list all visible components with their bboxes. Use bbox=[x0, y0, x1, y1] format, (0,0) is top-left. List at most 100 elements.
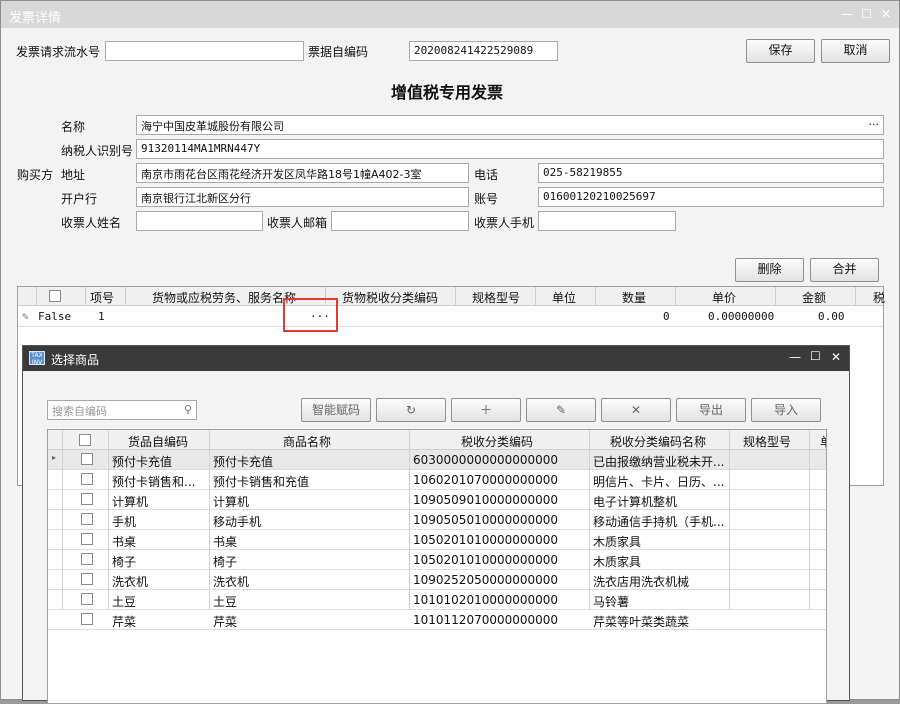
items-grid-header: 项号 货物或应税劳务、服务名称 货物税收分类编码 规格型号 单位 数量 单价 金… bbox=[18, 287, 885, 306]
col-tax-code-name[interactable]: 税收分类编码名称 bbox=[610, 433, 706, 450]
col-quantity[interactable]: 数量 bbox=[622, 289, 646, 306]
table-row[interactable]: 椅子 椅子 1050201010000000000 木质家具 bbox=[48, 550, 826, 570]
account-input[interactable]: 01600120210025697 bbox=[538, 187, 884, 207]
select-all-checkbox[interactable] bbox=[49, 290, 61, 302]
goods-code-cell: 手机 bbox=[112, 515, 137, 529]
row-checkbox[interactable] bbox=[81, 513, 93, 525]
product-name-cell: 预付卡充值 bbox=[213, 455, 274, 469]
goods-code-cell: 芹菜 bbox=[112, 615, 137, 629]
minimize-icon[interactable]: — bbox=[841, 7, 853, 21]
table-row[interactable]: 计算机 计算机 1090509010000000000 电子计算机整机 bbox=[48, 490, 826, 510]
delete-icon[interactable]: ✕ bbox=[601, 398, 671, 422]
row-flag: False bbox=[38, 310, 72, 323]
product-name-cell: 土豆 bbox=[213, 595, 238, 609]
tax-code-cell: 1060201070000000000 bbox=[413, 473, 559, 487]
tax-code-cell: 1090509010000000000 bbox=[413, 493, 559, 507]
col-tax-class-code[interactable]: 货物税收分类编码 bbox=[342, 289, 438, 306]
smart-code-button[interactable]: 智能赋码 bbox=[301, 398, 371, 422]
table-row[interactable]: 手机 移动手机 1090505010000000000 移动通信手持机（手机... bbox=[48, 510, 826, 530]
dialog-close-icon[interactable]: ✕ bbox=[831, 350, 841, 364]
bank-input[interactable]: 南京银行江北新区分行 bbox=[136, 187, 469, 207]
delete-button[interactable]: 删除 bbox=[735, 258, 804, 282]
tax-code-cell: 1050201010000000000 bbox=[413, 533, 559, 547]
row-quantity: 0 bbox=[663, 310, 670, 323]
row-checkbox[interactable] bbox=[81, 613, 93, 625]
table-row[interactable]: 书桌 书桌 1050201010000000000 木质家具 bbox=[48, 530, 826, 550]
table-row[interactable]: ✎ False 1 ··· 0 0.00000000 0.00 bbox=[18, 307, 883, 327]
col-unit[interactable]: 单位 bbox=[552, 289, 576, 306]
select-product-dialog: TAX INV 选择商品 — ☐ ✕ 搜索自编码 ⚲ 智能赋码 ↻ ＋ ✎ ✕ … bbox=[22, 345, 850, 704]
row-checkbox[interactable] bbox=[81, 453, 93, 465]
phone-input[interactable]: 025-58219855 bbox=[538, 163, 884, 183]
table-row[interactable]: 芹菜 芹菜 1010112070000000000 芹菜等叶菜类蔬菜 bbox=[48, 610, 826, 630]
account-label: 账号 bbox=[474, 192, 499, 206]
merge-button[interactable]: 合并 bbox=[810, 258, 879, 282]
table-row[interactable]: 土豆 土豆 1010102010000000000 马铃薯 bbox=[48, 590, 826, 610]
col-spec-model[interactable]: 规格型号 bbox=[743, 433, 791, 450]
serial-input[interactable] bbox=[105, 41, 304, 61]
tax-id-label: 纳税人识别号 bbox=[61, 144, 134, 158]
goods-code-cell: 洗衣机 bbox=[112, 575, 149, 589]
goods-code-cell: 计算机 bbox=[112, 495, 149, 509]
table-row[interactable]: 洗衣机 洗衣机 1090252050000000000 洗衣店用洗衣机械 bbox=[48, 570, 826, 590]
cancel-button[interactable]: 取消 bbox=[821, 39, 890, 63]
row-checkbox[interactable] bbox=[81, 533, 93, 545]
address-input[interactable]: 南京市雨花台区雨花经济开发区凤华路18号1幢A402-3室 bbox=[136, 163, 469, 183]
col-unit-truncated[interactable]: 单 bbox=[820, 433, 826, 450]
product-name-cell: 移动手机 bbox=[213, 515, 262, 529]
tax-code-cell: 1090252050000000000 bbox=[413, 573, 559, 587]
payee-name-label: 收票人姓名 bbox=[61, 216, 122, 230]
payee-email-input[interactable] bbox=[331, 211, 469, 231]
dialog-maximize-icon[interactable]: ☐ bbox=[810, 349, 821, 363]
select-all-products-checkbox[interactable] bbox=[79, 434, 91, 446]
col-tax[interactable]: 税 bbox=[873, 289, 885, 306]
buyer-name-input[interactable]: 海宁中国皮革城股份有限公司 ··· bbox=[136, 115, 884, 135]
search-icon: ⚲ bbox=[183, 403, 192, 416]
col-unit-price[interactable]: 单价 bbox=[712, 289, 736, 306]
row-checkbox[interactable] bbox=[81, 593, 93, 605]
close-icon[interactable]: ✕ bbox=[881, 7, 891, 21]
col-tax-code[interactable]: 税收分类编码 bbox=[461, 433, 533, 450]
address-label: 地址 bbox=[61, 168, 86, 182]
search-placeholder: 搜索自编码 bbox=[52, 405, 107, 418]
phone-label: 电话 bbox=[474, 168, 499, 182]
export-button[interactable]: 导出 bbox=[676, 398, 746, 422]
row-checkbox[interactable] bbox=[81, 493, 93, 505]
goods-code-cell: 预付卡销售和... bbox=[112, 475, 196, 489]
save-button[interactable]: 保存 bbox=[746, 39, 815, 63]
product-search-input[interactable]: 搜索自编码 ⚲ bbox=[47, 400, 197, 420]
payee-name-input[interactable] bbox=[136, 211, 263, 231]
table-row[interactable]: ▸ 预付卡充值 预付卡充值 6030000000000000000 已由报缴纳营业税未开… bbox=[48, 450, 826, 470]
row-checkbox[interactable] bbox=[81, 573, 93, 585]
col-amount[interactable]: 金额 bbox=[802, 289, 826, 306]
col-goods-name[interactable]: 货物或应税劳务、服务名称 bbox=[152, 289, 296, 306]
tax-code-name-cell: 洗衣店用洗衣机械 bbox=[593, 575, 690, 589]
row-checkbox[interactable] bbox=[81, 553, 93, 565]
tax-code-name-cell: 明信片、卡片、日历、... bbox=[593, 475, 725, 489]
tax-code-cell: 1010112070000000000 bbox=[413, 613, 559, 627]
dialog-minimize-icon[interactable]: — bbox=[789, 350, 801, 364]
table-row[interactable]: 预付卡销售和... 预付卡销售和充值 1060201070000000000 明信片、… bbox=[48, 470, 826, 490]
buyer-name-value: 海宁中国皮革城股份有限公司 bbox=[141, 120, 284, 133]
row-checkbox[interactable] bbox=[81, 473, 93, 485]
tax-id-input[interactable]: 91320114MA1MRN447Y bbox=[136, 139, 884, 159]
tax-code-cell: 6030000000000000000 bbox=[413, 453, 559, 467]
payee-phone-label: 收票人手机 bbox=[474, 216, 535, 230]
col-goods-code[interactable]: 货品自编码 bbox=[128, 433, 188, 450]
tax-code-name-cell: 木质家具 bbox=[593, 555, 642, 569]
edit-icon[interactable]: ✎ bbox=[526, 398, 596, 422]
import-button[interactable]: 导入 bbox=[751, 398, 821, 422]
col-index[interactable]: 项号 bbox=[90, 289, 114, 306]
payee-phone-input[interactable] bbox=[538, 211, 676, 231]
product-name-cell: 计算机 bbox=[213, 495, 250, 509]
col-spec[interactable]: 规格型号 bbox=[472, 289, 520, 306]
add-icon[interactable]: ＋ bbox=[451, 398, 521, 422]
goods-code-cell: 椅子 bbox=[112, 555, 137, 569]
col-product-name[interactable]: 商品名称 bbox=[283, 433, 331, 450]
self-code-input[interactable]: 202008241422529089 bbox=[409, 41, 558, 61]
name-picker-icon[interactable]: ··· bbox=[869, 118, 880, 131]
tax-code-cell: 1050201010000000000 bbox=[413, 553, 559, 567]
refresh-icon[interactable]: ↻ bbox=[376, 398, 446, 422]
serial-label: 发票请求流水号 bbox=[16, 45, 101, 59]
maximize-icon[interactable]: ☐ bbox=[861, 7, 872, 21]
